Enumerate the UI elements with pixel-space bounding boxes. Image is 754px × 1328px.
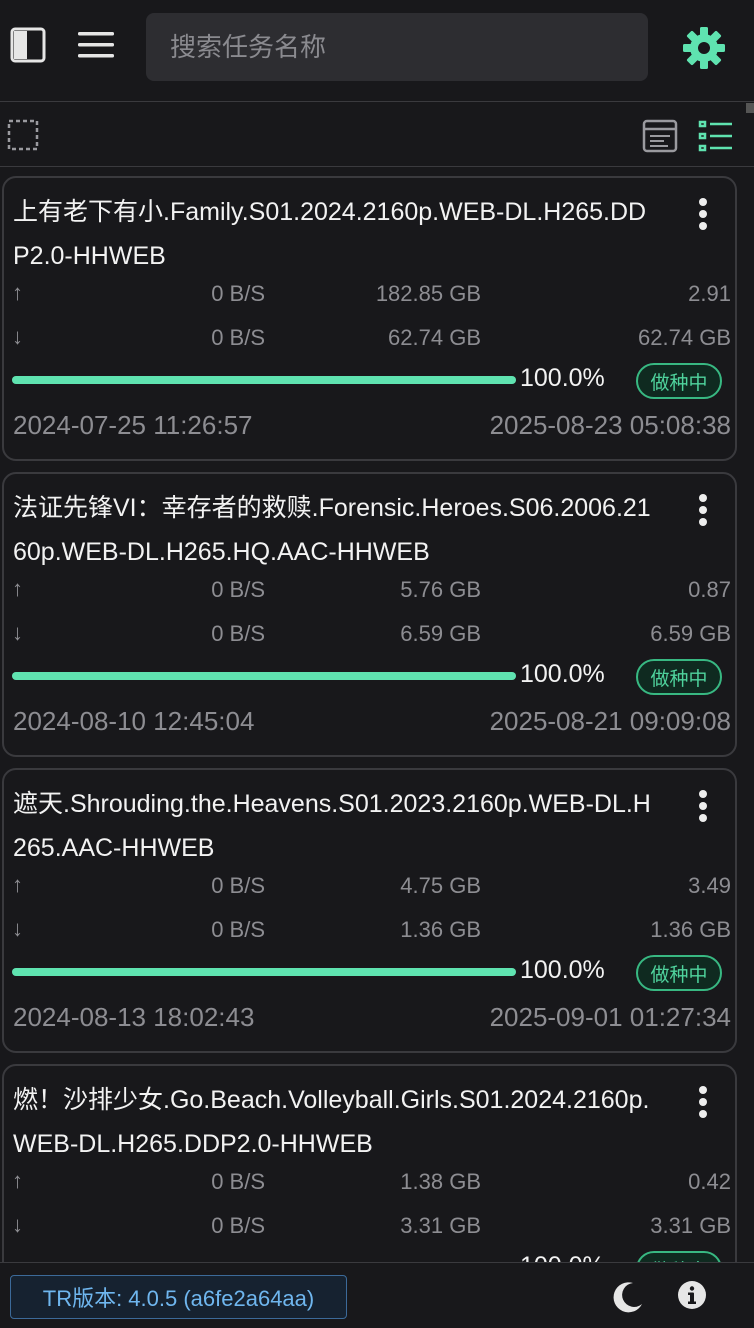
status-badge: 做种中 — [636, 955, 722, 991]
progress-fill — [12, 672, 516, 680]
progress-fill — [12, 968, 516, 976]
added-date: 2024-08-13 18:02:43 — [13, 1002, 255, 1032]
completed-date: 2025-08-23 05:08:38 — [489, 410, 731, 440]
toolbar — [0, 103, 754, 167]
total-size: 1.36 GB — [650, 917, 731, 942]
share-ratio: 0.87 — [688, 577, 731, 602]
download-arrow-icon: ↓ — [12, 1212, 23, 1237]
download-speed: 0 B/S — [211, 325, 265, 350]
status-badge: 做种中 — [636, 363, 722, 399]
uploaded-amount: 5.76 GB — [400, 577, 481, 602]
progress-bar — [12, 672, 516, 680]
completed-date: 2025-09-01 01:27:34 — [489, 1002, 731, 1032]
upload-arrow-icon: ↑ — [12, 280, 23, 305]
total-size: 6.59 GB — [650, 621, 731, 646]
completed-date: 2025-08-21 09:09:08 — [489, 706, 731, 736]
share-ratio: 2.91 — [688, 281, 731, 306]
download-row: ↓ 0 B/S 62.74 GB 62.74 GB — [4, 319, 739, 359]
footer: TR版本: 4.0.5 (a6fe2a64aa) — [0, 1262, 754, 1328]
download-speed: 0 B/S — [211, 621, 265, 646]
progress-percent: 100.0% — [520, 364, 605, 392]
task-card[interactable]: 上有老下有小.Family.S01.2024.2160p.WEB-DL.H265… — [2, 176, 737, 461]
uploaded-amount: 4.75 GB — [400, 873, 481, 898]
dates-row: 2024-07-25 11:26:57 2025-08-23 05:08:38 — [4, 406, 739, 446]
progress-fill — [12, 376, 516, 384]
download-speed: 0 B/S — [211, 1213, 265, 1238]
sidebar-toggle-icon[interactable] — [8, 25, 48, 65]
menu-icon[interactable] — [74, 25, 118, 65]
task-card[interactable]: 遮天.Shrouding.the.Heavens.S01.2023.2160p.… — [2, 768, 737, 1053]
upload-row: ↑ 0 B/S 182.85 GB 2.91 — [4, 275, 739, 315]
task-name: 燃！沙排少女.Go.Beach.Volleyball.Girls.S01.202… — [13, 1086, 650, 1158]
download-row: ↓ 0 B/S 3.31 GB 3.31 GB — [4, 1207, 739, 1247]
status-badge: 做种中 — [636, 1251, 722, 1262]
version-button[interactable]: TR版本: 4.0.5 (a6fe2a64aa) — [10, 1275, 347, 1319]
select-all-icon[interactable] — [6, 118, 40, 152]
task-name: 遮天.Shrouding.the.Heavens.S01.2023.2160p.… — [13, 790, 651, 862]
download-arrow-icon: ↓ — [12, 620, 23, 645]
task-card[interactable]: 燃！沙排少女.Go.Beach.Volleyball.Girls.S01.202… — [2, 1064, 737, 1262]
upload-speed: 0 B/S — [211, 873, 265, 898]
task-card[interactable]: 法证先锋VI：幸存者的救赎.Forensic.Heroes.S06.2006.2… — [2, 472, 737, 757]
search-input[interactable] — [146, 13, 648, 81]
uploaded-amount: 1.38 GB — [400, 1169, 481, 1194]
upload-speed: 0 B/S — [211, 1169, 265, 1194]
download-speed: 0 B/S — [211, 917, 265, 942]
dates-row: 2024-08-10 12:45:04 2025-08-21 09:09:08 — [4, 702, 739, 742]
downloaded-amount: 62.74 GB — [388, 325, 481, 350]
more-options-icon[interactable] — [691, 194, 715, 234]
moon-icon[interactable] — [608, 1277, 648, 1317]
added-date: 2024-08-10 12:45:04 — [13, 706, 255, 736]
added-date: 2024-07-25 11:26:57 — [13, 410, 253, 440]
upload-row: ↑ 0 B/S 1.38 GB 0.42 — [4, 1163, 739, 1203]
download-arrow-icon: ↓ — [12, 916, 23, 941]
card-view-icon[interactable] — [640, 117, 680, 155]
total-size: 62.74 GB — [638, 325, 731, 350]
share-ratio: 3.49 — [688, 873, 731, 898]
task-name: 法证先锋VI：幸存者的救赎.Forensic.Heroes.S06.2006.2… — [13, 494, 651, 566]
upload-speed: 0 B/S — [211, 281, 265, 306]
download-row: ↓ 0 B/S 6.59 GB 6.59 GB — [4, 615, 739, 655]
upload-arrow-icon: ↑ — [12, 576, 23, 601]
scrollbar-thumb[interactable] — [746, 103, 754, 113]
upload-row: ↑ 0 B/S 4.75 GB 3.49 — [4, 867, 739, 907]
progress-percent: 100.0% — [520, 1252, 605, 1262]
dates-row: 2024-08-13 18:02:43 2025-09-01 01:27:34 — [4, 998, 739, 1038]
progress-bar — [12, 376, 516, 384]
more-options-icon[interactable] — [691, 490, 715, 530]
uploaded-amount: 182.85 GB — [375, 281, 481, 306]
list-view-icon[interactable] — [696, 117, 736, 155]
status-badge: 做种中 — [636, 659, 722, 695]
upload-arrow-icon: ↑ — [12, 1168, 23, 1193]
downloaded-amount: 3.31 GB — [400, 1213, 481, 1238]
upload-row: ↑ 0 B/S 5.76 GB 0.87 — [4, 571, 739, 611]
share-ratio: 0.42 — [688, 1169, 731, 1194]
upload-arrow-icon: ↑ — [12, 872, 23, 897]
progress-percent: 100.0% — [520, 956, 605, 984]
task-list: 上有老下有小.Family.S01.2024.2160p.WEB-DL.H265… — [0, 168, 754, 1262]
more-options-icon[interactable] — [691, 786, 715, 826]
info-icon[interactable] — [674, 1277, 710, 1313]
total-size: 3.31 GB — [650, 1213, 731, 1238]
upload-speed: 0 B/S — [211, 577, 265, 602]
download-arrow-icon: ↓ — [12, 324, 23, 349]
gear-icon[interactable] — [678, 22, 730, 74]
more-options-icon[interactable] — [691, 1082, 715, 1122]
downloaded-amount: 1.36 GB — [400, 917, 481, 942]
top-bar — [0, 0, 754, 102]
task-name: 上有老下有小.Family.S01.2024.2160p.WEB-DL.H265… — [13, 198, 647, 270]
download-row: ↓ 0 B/S 1.36 GB 1.36 GB — [4, 911, 739, 951]
progress-bar — [12, 968, 516, 976]
progress-percent: 100.0% — [520, 660, 605, 688]
downloaded-amount: 6.59 GB — [400, 621, 481, 646]
